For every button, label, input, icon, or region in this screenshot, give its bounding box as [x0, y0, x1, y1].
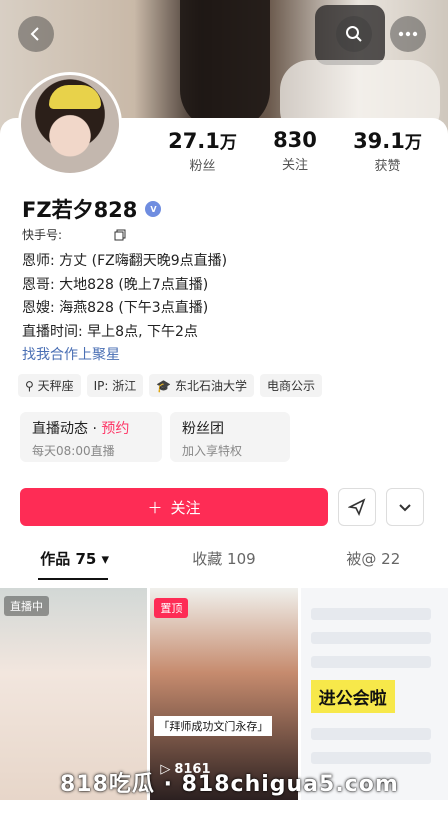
bio-line-2: 恩哥: 大地828 (晚上7点直播) [22, 276, 209, 293]
fan-club-card[interactable]: 粉丝团 加入享特权 [170, 412, 290, 462]
fan-club-subtitle: 加入享特权 [182, 444, 243, 458]
following-stat[interactable]: 830 关注 [273, 128, 317, 174]
profile-name-row: FZ若夕828 V [22, 194, 162, 224]
location-pin-icon: ⚲ [25, 379, 38, 393]
verified-badge-icon: V [145, 201, 162, 217]
tab-works[interactable]: 作品 75 ▾ [0, 548, 149, 582]
follow-button[interactable]: ＋ 关注 [20, 488, 328, 526]
bio-line-4: 直播时间: 早上8点, 下午2点 [22, 323, 198, 340]
tag-zodiac[interactable]: ⚲ 天秤座 [18, 374, 81, 397]
bio-line-1: 恩师: 方丈 (FZ嗨翻天晚9点直播) [22, 253, 228, 269]
tag-school[interactable]: 🎓 东北石油大学 [149, 374, 255, 397]
share-button[interactable] [338, 488, 376, 526]
chevron-left-icon [30, 27, 39, 41]
kuaishou-id-row: 快手号: [22, 226, 126, 243]
send-icon [348, 498, 366, 516]
following-label: 关注 [281, 158, 308, 173]
pinned-badge: 置顶 [154, 598, 189, 618]
tab-mentions[interactable]: 被@ 22 [299, 548, 448, 582]
fan-club-title: 粉丝团 [182, 421, 224, 437]
back-button[interactable] [18, 16, 54, 52]
search-icon [346, 26, 362, 42]
live-subtitle: 每天08:00直播 [32, 444, 115, 458]
avatar[interactable] [18, 72, 122, 176]
fans-stat[interactable]: 27.1万 粉丝 [168, 128, 237, 174]
bio-line-3: 恩嫂: 海燕828 (下午3点直播) [22, 300, 209, 316]
likes-stat[interactable]: 39.1万 获赞 [353, 128, 422, 174]
guild-banner: 进公会啦 [310, 680, 395, 713]
watermark: 818吃瓜 · 818chigua5.com [60, 772, 399, 797]
tag-commerce[interactable]: 电商公示 [260, 374, 323, 397]
likes-label: 获赞 [374, 159, 401, 174]
profile-name: FZ若夕828 [22, 198, 138, 222]
live-schedule-card[interactable]: 直播动态 · 预约 每天08:00直播 [20, 412, 162, 462]
graduation-cap-icon: 🎓 [156, 379, 176, 393]
tab-favorites[interactable]: 收藏 109 [149, 548, 298, 582]
kuaishou-id-label: 快手号: [22, 228, 63, 242]
reserve-link[interactable]: 预约 [101, 421, 129, 437]
more-dots-icon [398, 31, 418, 37]
live-badge: 直播中 [4, 596, 49, 616]
chevron-down-icon [399, 504, 411, 512]
more-button[interactable] [390, 16, 426, 52]
search-button[interactable] [336, 16, 372, 52]
live-title: 直播动态 · [32, 421, 102, 437]
collab-link[interactable]: 找我合作上聚星 [22, 344, 227, 368]
fans-label: 粉丝 [189, 159, 216, 174]
video-caption: 「拜师成功文门永存」 [154, 716, 273, 736]
bio: 恩师: 方丈 (FZ嗨翻天晚9点直播) 恩哥: 大地828 (晚上7点直播) 恩… [22, 250, 227, 368]
tag-row: ⚲ 天秤座 IP: 浙江 🎓 东北石油大学 电商公示 [18, 374, 323, 397]
tag-ip: IP: 浙江 [86, 374, 144, 397]
copy-icon[interactable] [114, 229, 126, 241]
stats-row: 27.1万 粉丝 830 关注 39.1万 获赞 [150, 128, 440, 174]
content-tabs: 作品 75 ▾ 收藏 109 被@ 22 [0, 548, 448, 582]
expand-button[interactable] [386, 488, 424, 526]
plus-icon: ＋ [147, 498, 163, 517]
